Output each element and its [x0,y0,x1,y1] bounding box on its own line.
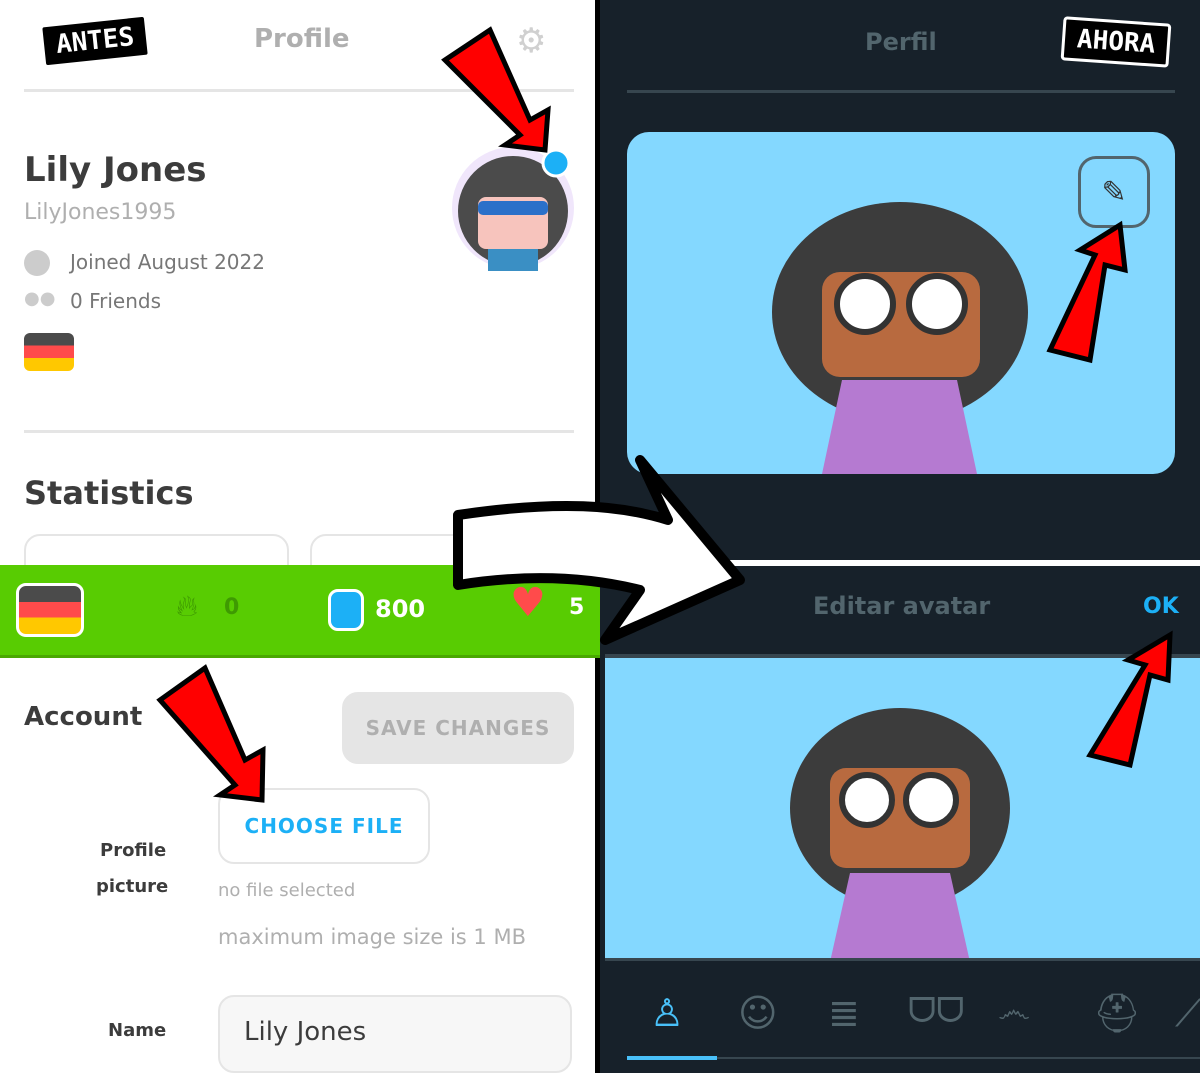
red-arrow-icon [1046,220,1128,364]
annotation-overlay [156,26,1173,803]
red-arrow-icon [441,26,551,153]
curved-arrow-icon [453,455,745,645]
red-arrow-icon [1086,630,1173,769]
red-arrow-icon [156,664,266,803]
